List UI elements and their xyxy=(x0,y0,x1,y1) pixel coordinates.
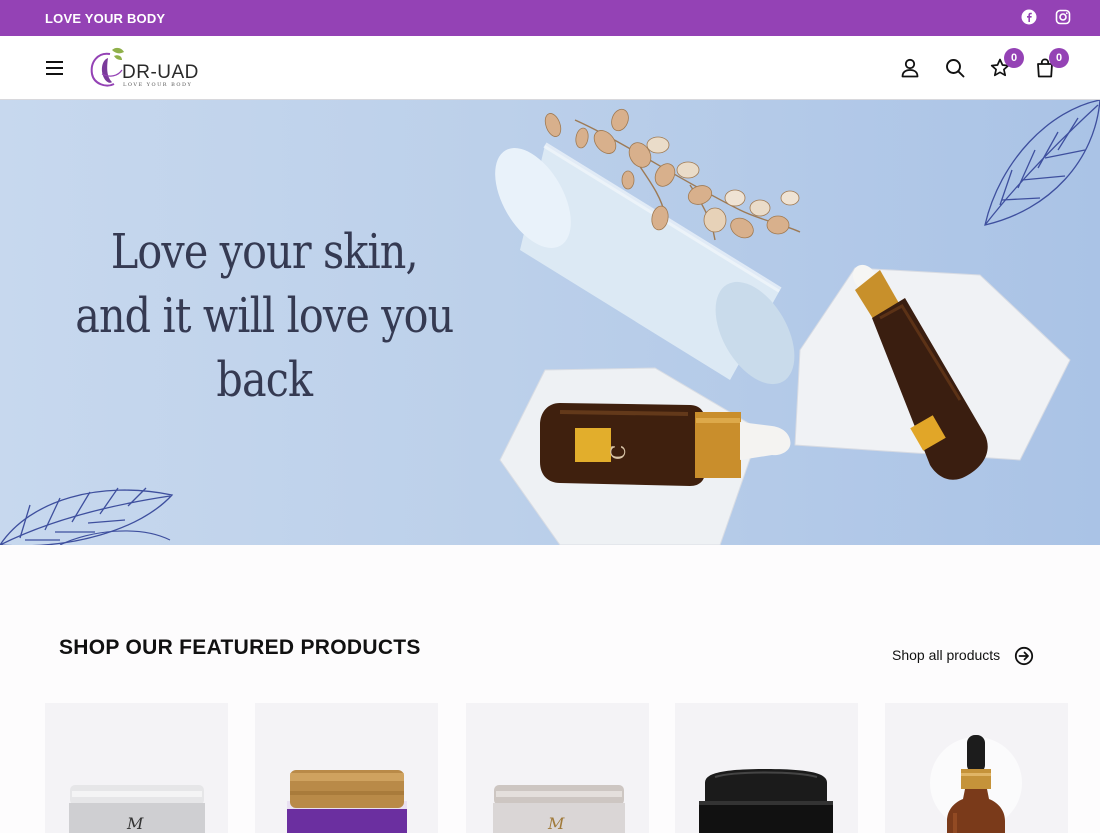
hero-banner[interactable]: C Love your skin, and it will love you b… xyxy=(0,100,1100,545)
logo-tagline: LOVE YOUR BODY xyxy=(123,82,193,88)
leaf-outline-icon xyxy=(984,100,1100,226)
logo-wordmark: DR-UAD xyxy=(122,62,199,83)
cart-count-badge: 0 xyxy=(1049,48,1069,68)
leaf-outline-icon xyxy=(0,487,174,545)
product-card[interactable] xyxy=(675,703,858,833)
product-card[interactable]: M xyxy=(466,703,649,833)
product-card[interactable] xyxy=(255,703,438,833)
hero-line-1: Love your skin, xyxy=(110,224,419,280)
search-icon[interactable] xyxy=(943,56,967,80)
site-logo[interactable]: DR-UAD LOVE YOUR BODY xyxy=(88,44,204,92)
announcement-bar: LOVE YOUR BODY xyxy=(0,0,1100,36)
arrow-right-circle-icon[interactable] xyxy=(1014,646,1034,666)
product-card[interactable]: M xyxy=(45,703,228,833)
menu-icon[interactable] xyxy=(44,58,66,78)
account-icon[interactable] xyxy=(898,56,922,80)
hero-headline: Love your skin, and it will love you bac… xyxy=(36,220,492,412)
amber-bottle-left: C xyxy=(540,403,791,486)
product-image: M xyxy=(493,785,625,833)
product-card[interactable] xyxy=(885,703,1068,833)
site-header: DR-UAD LOVE YOUR BODY 0 0 xyxy=(0,36,1100,100)
svg-text:M: M xyxy=(126,814,144,833)
svg-text:M: M xyxy=(547,814,565,833)
svg-text:C: C xyxy=(606,445,630,460)
product-image xyxy=(699,769,833,833)
product-image xyxy=(287,770,407,833)
instagram-icon[interactable] xyxy=(1055,9,1071,25)
wishlist-count-badge: 0 xyxy=(1004,48,1024,68)
product-image: M xyxy=(69,785,205,833)
shop-all-products-link[interactable]: Shop all products xyxy=(892,647,1000,663)
product-image xyxy=(930,735,1022,833)
facebook-icon[interactable] xyxy=(1021,9,1037,25)
hero-line-2: and it will love you back xyxy=(75,288,454,408)
announcement-text: LOVE YOUR BODY xyxy=(45,11,166,26)
featured-products-heading: SHOP OUR FEATURED PRODUCTS xyxy=(59,636,421,659)
